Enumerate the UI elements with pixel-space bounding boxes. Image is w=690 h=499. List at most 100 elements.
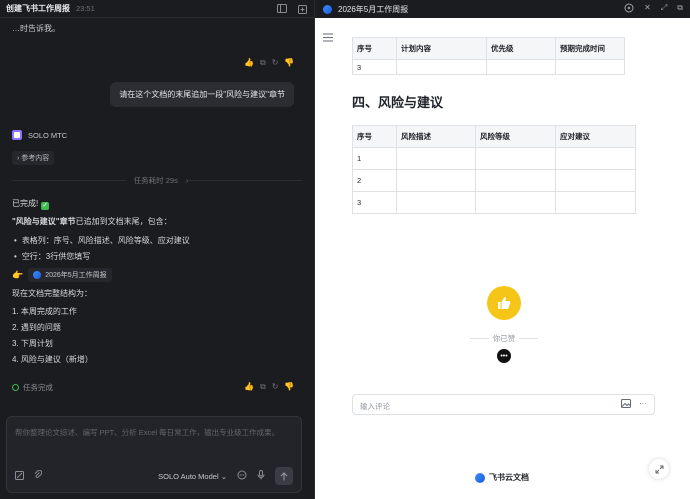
list-item: 1. 本周完成的工作 <box>12 307 77 316</box>
table-cell[interactable] <box>396 59 487 75</box>
retry-icon[interactable]: ↻ <box>272 382 279 392</box>
doc-logo-icon <box>323 4 332 14</box>
section-heading: 四、风险与建议 <box>352 95 444 110</box>
thumbs-up-icon <box>498 297 511 309</box>
fullscreen-icon[interactable]: ⤢ <box>661 3 667 15</box>
agent-header: SOLO MTC <box>12 130 67 140</box>
agent-logo-icon <box>12 130 22 140</box>
user-message: 请在这个文档的末尾追加一段"风险与建议"章节 <box>110 82 294 107</box>
table-cell[interactable]: 2 <box>352 169 397 192</box>
image-icon[interactable] <box>621 399 631 410</box>
composer-input[interactable]: 帮你整理论文综述、编写 PPT、分析 Excel 每日常工作，输出专业级工作成果… <box>15 427 279 438</box>
table-cell[interactable] <box>396 169 476 192</box>
doc-link-label: 2026年5月工作周报 <box>45 272 107 279</box>
like-icon[interactable]: 👍 <box>244 382 254 392</box>
check-icon: ✓ <box>41 202 50 210</box>
doc-link-chip[interactable]: 2026年5月工作周报 <box>28 268 112 282</box>
table-header: 序号 <box>352 125 397 148</box>
task-status-label: 任务完成 <box>23 383 53 392</box>
edit-icon[interactable] <box>15 470 24 482</box>
copy-icon[interactable]: ⧉ <box>260 58 266 68</box>
table-header: 风险描述 <box>396 125 476 148</box>
table-header: 风险等级 <box>475 125 556 148</box>
table-cell[interactable] <box>475 147 556 170</box>
expand-icon <box>655 465 663 473</box>
summary-bold: "风险与建议"章节 <box>12 217 76 226</box>
table-row[interactable]: 3 <box>352 59 625 75</box>
close-icon[interactable]: ✕ <box>644 3 651 15</box>
liked-indicator: 你已赞 <box>470 333 538 344</box>
outline-menu-icon[interactable] <box>323 33 333 44</box>
summary-rest: 已追加到文档末尾，包含： <box>75 217 172 226</box>
table-header: 计划内容 <box>396 37 487 60</box>
table-header: 序号 <box>352 37 397 60</box>
document-title: 2026年5月工作周报 <box>338 4 409 14</box>
attach-icon[interactable] <box>34 469 43 482</box>
table-cell[interactable]: 1 <box>352 147 397 170</box>
avatar[interactable]: ••• <box>497 349 511 363</box>
task-status: 任务完成 <box>12 382 53 393</box>
document-panel: 2026年5月工作周报 ✕ ⤢ ⧉ 序号 计划内容 优先级 预期完成时间 3 四… <box>314 0 690 499</box>
dislike-icon[interactable]: 👎 <box>284 382 294 392</box>
table-header: 应对建议 <box>555 125 636 148</box>
chat-title: 创建飞书工作周报 <box>6 4 70 13</box>
table-row[interactable]: 3 <box>352 191 636 214</box>
more-icon[interactable]: ··· <box>639 399 647 410</box>
table-cell[interactable] <box>396 147 476 170</box>
agent-name: SOLO MTC <box>28 130 68 140</box>
table-cell[interactable] <box>555 59 625 75</box>
chat-bubble-icon[interactable] <box>237 470 247 482</box>
expand-button[interactable] <box>649 459 669 479</box>
previous-message-tail: …时告诉我。 <box>12 24 60 33</box>
table-cell[interactable] <box>555 191 636 214</box>
reference-toggle[interactable]: › 参考内容 <box>12 151 55 165</box>
table-cell[interactable] <box>475 191 556 214</box>
chat-panel: 创建飞书工作周报 23:51 …时告诉我。 👍 ⧉ ↻ 👎 请在这个文档的末尾追… <box>0 0 314 499</box>
table-cell[interactable] <box>396 191 476 214</box>
table-cell[interactable] <box>555 169 636 192</box>
copy-icon[interactable]: ⧉ <box>260 382 266 392</box>
open-external-icon[interactable]: ⧉ <box>677 3 683 15</box>
chat-time: 23:51 <box>76 4 95 13</box>
send-button[interactable] <box>275 467 293 485</box>
compass-icon[interactable] <box>624 3 634 15</box>
done-line: 已完成! ✓ <box>12 198 50 210</box>
doc-logo-icon <box>33 271 42 279</box>
like-button[interactable] <box>487 286 521 320</box>
table-cell[interactable] <box>555 147 636 170</box>
panel-toggle-icon[interactable] <box>276 3 287 14</box>
brand-label: 飞书云文档 <box>489 473 529 482</box>
arrow-up-icon <box>280 471 288 480</box>
chevron-down-icon: ⌄ <box>220 471 227 481</box>
document-header: 2026年5月工作周报 ✕ ⤢ ⧉ <box>315 0 690 18</box>
table-row[interactable]: 2 <box>352 169 636 192</box>
retry-icon[interactable]: ↻ <box>272 58 279 68</box>
composer[interactable]: 帮你整理论文综述、编写 PPT、分析 Excel 每日常工作，输出专业级工作成果… <box>6 416 302 493</box>
like-icon[interactable]: 👍 <box>244 58 254 68</box>
comment-placeholder: 输入评论 <box>360 402 390 411</box>
list-item: 空行：3行供您填写 <box>14 251 90 262</box>
table-row[interactable]: 1 <box>352 147 636 170</box>
table-cell[interactable] <box>486 59 556 75</box>
doc-link[interactable]: 👉 2026年5月工作周报 <box>12 268 112 282</box>
plan-table: 序号 计划内容 优先级 预期完成时间 3 <box>352 37 625 75</box>
task-duration-divider[interactable]: 任务耗时 29s › <box>12 175 302 186</box>
dislike-icon[interactable]: 👎 <box>284 58 294 68</box>
model-label: SOLO Auto Model <box>158 471 219 481</box>
structure-intro: 现在文档完整结构为： <box>12 289 92 298</box>
chevron-right-icon: › <box>17 155 20 162</box>
task-duration: 任务耗时 29s <box>133 176 178 185</box>
microphone-icon[interactable] <box>257 470 265 482</box>
table-cell[interactable]: 3 <box>352 59 397 75</box>
brand-footer: 飞书云文档 <box>475 472 529 483</box>
table-cell[interactable] <box>475 169 556 192</box>
table-header: 优先级 <box>486 37 556 60</box>
model-select[interactable]: SOLO Auto Model ⌄ <box>158 472 227 481</box>
table-cell[interactable]: 3 <box>352 191 397 214</box>
feishu-logo-icon <box>475 472 485 483</box>
comment-input[interactable]: 输入评论 ··· <box>352 394 655 415</box>
new-chat-icon[interactable] <box>297 3 308 14</box>
list-item: 表格列：序号、风险描述、风险等级、应对建议 <box>14 235 190 246</box>
list-item: 2. 遇到的问题 <box>12 323 61 332</box>
done-label: 已完成! <box>12 199 39 208</box>
